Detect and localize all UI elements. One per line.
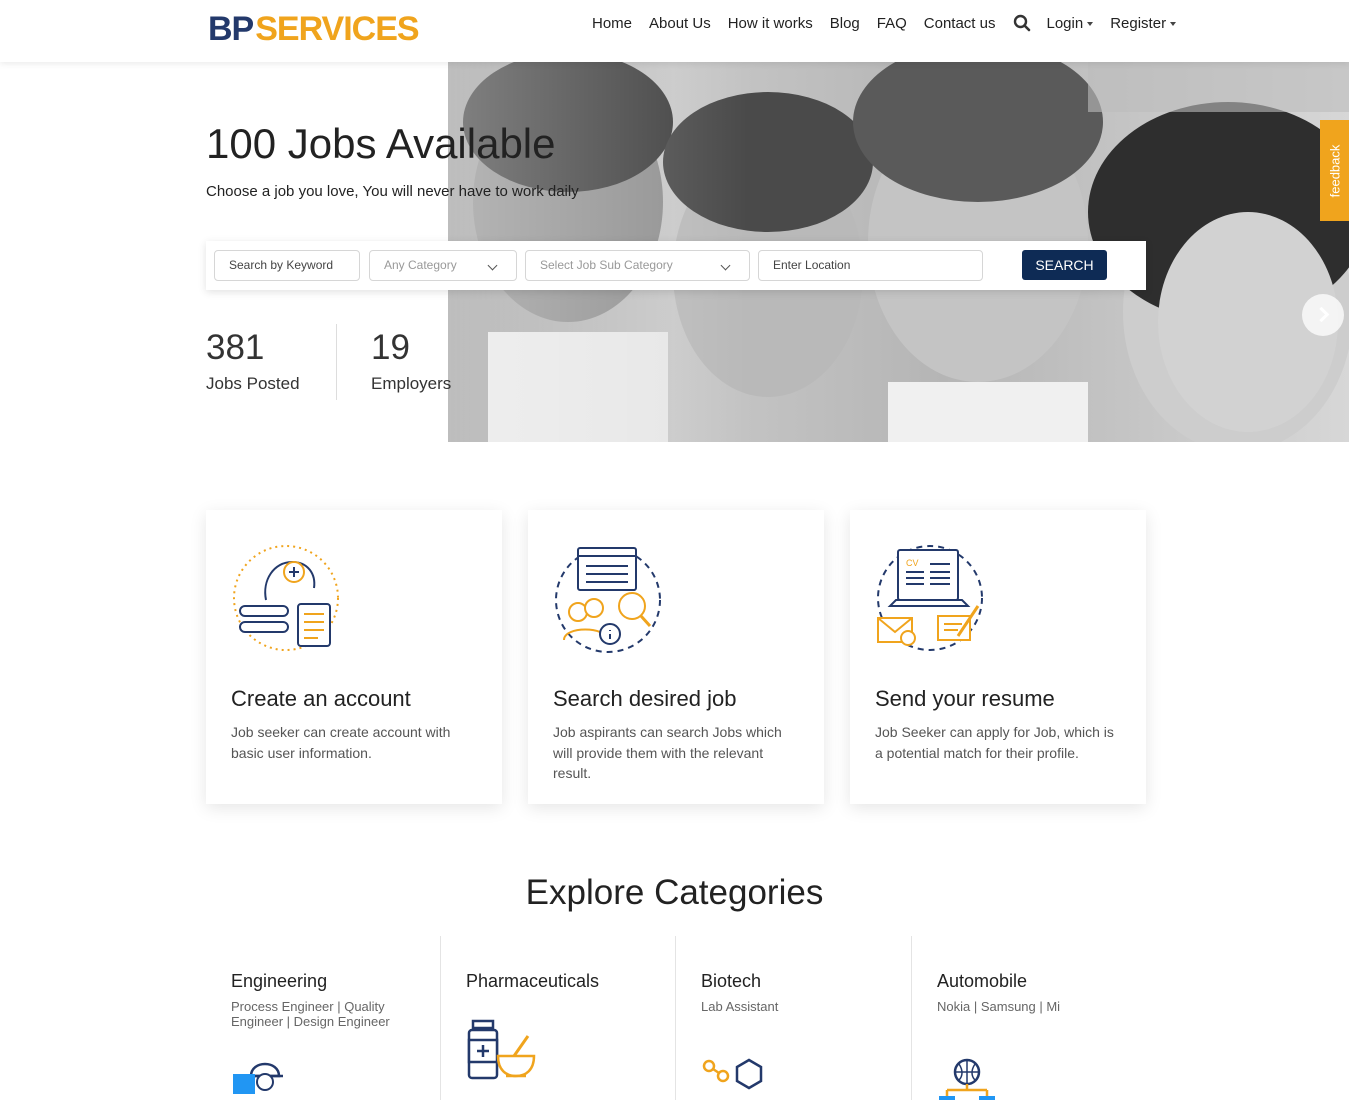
- step-title: Send your resume: [875, 686, 1055, 711]
- category-value: Any Category: [384, 258, 457, 272]
- nav-blog[interactable]: Blog: [830, 15, 860, 32]
- nav-home[interactable]: Home: [592, 15, 632, 32]
- step-text: Job aspirants can search Jobs which will…: [553, 724, 782, 781]
- account-profile-icon: [233, 545, 339, 651]
- search-button[interactable]: SEARCH: [1022, 250, 1107, 280]
- hero-title: 100 Jobs Available: [206, 120, 556, 167]
- site-logo[interactable]: BP SERVICES: [208, 9, 420, 49]
- category-name: Engineering: [231, 971, 328, 991]
- register-dropdown[interactable]: Register: [1110, 14, 1177, 32]
- slider-next-button[interactable]: [1302, 294, 1344, 336]
- categories-title: Explore Categories: [525, 873, 824, 912]
- nav-how-it-works[interactable]: How it works: [728, 15, 813, 32]
- category-name: Automobile: [937, 971, 1028, 991]
- keyword-placeholder: Search by Keyword: [229, 258, 334, 272]
- stat-jobs-posted: 381 Jobs Posted: [206, 328, 300, 394]
- step-title: Search desired job: [553, 686, 737, 711]
- stat-label: Jobs Posted: [206, 374, 300, 393]
- stat-divider: [336, 324, 337, 400]
- caret-down-icon: [1170, 21, 1177, 26]
- stat-employers: 19 Employers: [371, 328, 451, 394]
- resume-laptop-icon: CV: [877, 545, 983, 651]
- nav-about-us[interactable]: About Us: [649, 15, 711, 32]
- category-select[interactable]: Any Category: [369, 250, 517, 281]
- category-engineering[interactable]: Engineering Process Engineer | Quality E…: [206, 936, 441, 1100]
- medicine-icon: [467, 1019, 536, 1080]
- step-text: Job Seeker can apply for Job, which is a…: [875, 724, 1114, 761]
- stat-value: 19: [371, 328, 410, 367]
- register-label: Register: [1110, 14, 1167, 32]
- step-card-search-job: Search desired job Job aspirants can sea…: [528, 510, 824, 804]
- engineer-icon: [233, 1062, 283, 1094]
- nav-contact-us[interactable]: Contact us: [924, 15, 996, 32]
- category-automobile[interactable]: Automobile Nokia | Samsung | Mi: [911, 936, 1146, 1100]
- logo-text-bp: BP: [208, 9, 254, 48]
- stat-value: 381: [206, 328, 265, 367]
- job-search-icon: [555, 547, 661, 653]
- hero-subtitle: Choose a job you love, You will never ha…: [206, 183, 579, 200]
- feedback-label: feedback: [1327, 144, 1342, 197]
- caret-down-icon: [1087, 21, 1094, 26]
- hero-section: 100 Jobs Available Choose a job you love…: [0, 62, 1349, 442]
- login-dropdown[interactable]: Login: [1047, 15, 1094, 32]
- step-card-create-account: Create an account Job seeker can create …: [206, 510, 502, 804]
- category-biotech[interactable]: Biotech Lab Assistant: [675, 936, 910, 1100]
- subcategory-value: Select Job Sub Category: [540, 258, 673, 272]
- chevron-down-icon: [487, 260, 498, 271]
- main-nav: Home About Us How it works Blog FAQ Cont…: [592, 14, 1193, 32]
- svg-text:CV: CV: [906, 558, 919, 568]
- feedback-tab[interactable]: feedback: [1320, 120, 1349, 221]
- subcategory-select[interactable]: Select Job Sub Category: [525, 250, 750, 281]
- login-label: Login: [1046, 14, 1084, 32]
- category-pharmaceuticals[interactable]: Pharmaceuticals: [440, 936, 675, 1100]
- keyword-input[interactable]: Search by Keyword: [214, 250, 360, 281]
- logo-text-services: SERVICES: [255, 9, 419, 48]
- category-name: Biotech: [701, 971, 762, 991]
- molecule-icon: [702, 1058, 763, 1090]
- step-title: Create an account: [231, 686, 411, 711]
- page: BP SERVICES Home About Us How it works B…: [0, 0, 1349, 1100]
- job-search-bar: Search by Keyword Any Category Select Jo…: [206, 241, 1146, 290]
- nav-faq[interactable]: FAQ: [877, 15, 907, 32]
- step-text: Job seeker can create account with basic…: [231, 724, 451, 761]
- stat-label: Employers: [371, 374, 452, 393]
- search-icon[interactable]: [1013, 14, 1031, 32]
- category-name: Pharmaceuticals: [466, 971, 600, 991]
- step-card-send-resume: CV Send your resume Job Seeker can apply…: [850, 510, 1146, 804]
- location-placeholder: Enter Location: [773, 258, 851, 272]
- category-subcategories: Lab Assistant: [701, 999, 779, 1014]
- site-header: BP SERVICES Home About Us How it works B…: [0, 0, 1349, 62]
- location-input[interactable]: Enter Location: [758, 250, 983, 281]
- category-subcategories: Nokia | Samsung | Mi: [937, 999, 1061, 1014]
- category-subcategories: Process Engineer | Quality Engineer | De…: [231, 999, 390, 1029]
- chevron-down-icon: [720, 260, 731, 271]
- network-globe-icon: [939, 1058, 995, 1100]
